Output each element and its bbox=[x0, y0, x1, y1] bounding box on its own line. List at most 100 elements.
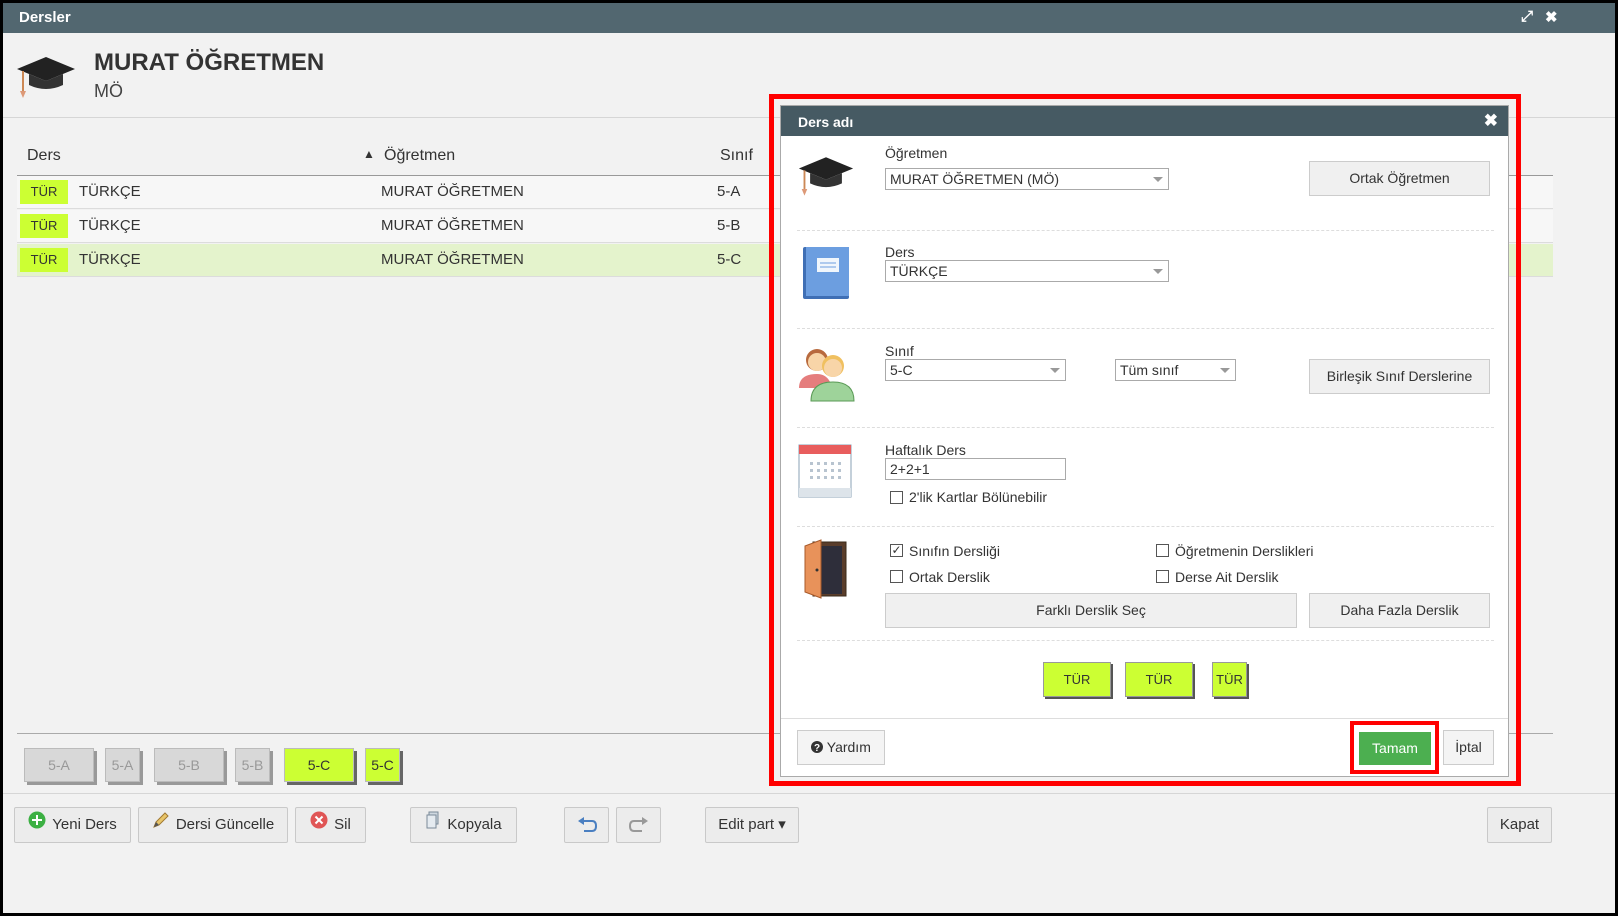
teacher-rooms-label: Öğretmenin Derslikleri bbox=[1175, 543, 1314, 559]
class-select[interactable]: 5-C bbox=[885, 359, 1066, 381]
section-divider bbox=[797, 230, 1494, 231]
split-cards-label: 2'lik Kartlar Bölünebilir bbox=[909, 489, 1048, 505]
door-icon bbox=[804, 539, 847, 599]
svg-text:?: ? bbox=[814, 743, 820, 753]
weekly-input[interactable]: 2+2+1 bbox=[885, 458, 1066, 480]
more-rooms-button[interactable]: Daha Fazla Derslik bbox=[1309, 593, 1490, 628]
edit-part-dropdown[interactable]: Edit part ▾ bbox=[705, 807, 799, 843]
section-divider bbox=[797, 328, 1494, 329]
dialog-footer-divider bbox=[781, 718, 1508, 719]
help-button[interactable]: ? Yardım bbox=[797, 730, 885, 765]
cell-sinif: 5-B bbox=[717, 217, 741, 234]
maximize-icon[interactable]: ⤢ bbox=[1521, 8, 1533, 25]
chevron-down-icon bbox=[1153, 177, 1163, 182]
cell-sinif: 5-A bbox=[717, 183, 741, 200]
section-divider bbox=[797, 427, 1494, 428]
undo-icon bbox=[577, 817, 597, 833]
class-room-label: Sınıfın Dersliği bbox=[909, 543, 1001, 559]
teacher-name: MURAT ÖĞRETMEN bbox=[94, 49, 325, 76]
lesson-dialog: Ders adı ✖ Öğretmen MURAT ÖĞRETMEN (MÖ) … bbox=[780, 105, 1509, 777]
lesson-label: Ders bbox=[885, 244, 915, 260]
lesson-room-label: Derse Ait Derslik bbox=[1175, 569, 1279, 585]
delete-icon bbox=[310, 808, 328, 842]
class-card-5b-small[interactable]: 5-B bbox=[235, 748, 270, 782]
col-header-ogretmen[interactable]: Öğretmen bbox=[384, 147, 455, 165]
chevron-down-icon bbox=[1220, 368, 1230, 373]
class-card-5b[interactable]: 5-B bbox=[154, 748, 224, 782]
class-room-checkbox[interactable]: ✓ bbox=[890, 544, 903, 557]
class-select-value: 5-C bbox=[890, 362, 913, 378]
copy-icon bbox=[425, 808, 441, 842]
copy-label: Kopyala bbox=[447, 816, 502, 833]
lesson-card[interactable]: TÜR bbox=[1212, 662, 1247, 697]
lesson-select[interactable]: TÜRKÇE bbox=[885, 260, 1169, 282]
lesson-card[interactable]: TÜR bbox=[1125, 662, 1193, 697]
sort-arrow-icon: ▲ bbox=[363, 147, 375, 161]
redo-button[interactable] bbox=[616, 807, 661, 843]
class-label: Sınıf bbox=[885, 343, 914, 359]
teacher-select-value: MURAT ÖĞRETMEN (MÖ) bbox=[890, 171, 1060, 187]
update-lesson-label: Dersi Güncelle bbox=[175, 816, 275, 833]
other-room-button[interactable]: Farklı Derslik Seç bbox=[885, 593, 1297, 628]
lesson-select-value: TÜRKÇE bbox=[890, 263, 948, 279]
redo-icon bbox=[628, 817, 648, 833]
section-divider bbox=[797, 640, 1494, 641]
graduation-cap-icon bbox=[17, 57, 75, 98]
section-divider bbox=[797, 526, 1494, 527]
teacher-rooms-checkbox[interactable] bbox=[1156, 544, 1169, 557]
lesson-card[interactable]: TÜR bbox=[1043, 662, 1111, 697]
lesson-room-checkbox[interactable] bbox=[1156, 570, 1169, 583]
dialog-title: Ders adı bbox=[798, 114, 854, 130]
students-icon bbox=[799, 349, 855, 402]
weekly-label: Haftalık Ders bbox=[885, 442, 966, 458]
cell-ogretmen: MURAT ÖĞRETMEN bbox=[381, 251, 524, 268]
help-label: Yardım bbox=[826, 739, 871, 755]
new-lesson-label: Yeni Ders bbox=[52, 816, 117, 833]
window-titlebar: Dersler ⤢ ✖ bbox=[3, 3, 1615, 33]
question-icon: ? bbox=[811, 741, 824, 754]
teacher-label: Öğretmen bbox=[885, 145, 948, 161]
chevron-down-icon bbox=[1153, 269, 1163, 274]
cell-ders: TÜRKÇE bbox=[79, 183, 141, 200]
class-card-5c-small[interactable]: 5-C bbox=[365, 748, 400, 782]
cell-ders: TÜRKÇE bbox=[79, 217, 141, 234]
lesson-badge: TÜR bbox=[20, 180, 68, 204]
copy-button[interactable]: Kopyala bbox=[410, 807, 517, 843]
update-lesson-button[interactable]: Dersi Güncelle bbox=[138, 807, 288, 843]
close-icon[interactable]: ✖ bbox=[1545, 8, 1558, 26]
cancel-button[interactable]: İptal bbox=[1443, 730, 1494, 765]
merged-class-button[interactable]: Birleşik Sınıf Derslerine bbox=[1309, 359, 1490, 394]
ok-highlight-frame bbox=[1350, 721, 1439, 774]
undo-button[interactable] bbox=[564, 807, 609, 843]
teacher-select[interactable]: MURAT ÖĞRETMEN (MÖ) bbox=[885, 168, 1169, 190]
delete-label: Sil bbox=[334, 816, 351, 833]
class-card-5a-small[interactable]: 5-A bbox=[105, 748, 140, 782]
delete-button[interactable]: Sil bbox=[295, 807, 366, 843]
lesson-badge: TÜR bbox=[20, 248, 68, 272]
shared-teacher-button[interactable]: Ortak Öğretmen bbox=[1309, 161, 1490, 196]
class-card-5c[interactable]: 5-C bbox=[284, 748, 354, 782]
cell-ogretmen: MURAT ÖĞRETMEN bbox=[381, 183, 524, 200]
close-button[interactable]: Kapat bbox=[1487, 807, 1552, 843]
pencil-icon bbox=[152, 808, 170, 842]
split-cards-checkbox[interactable] bbox=[890, 491, 903, 504]
graduation-cap-icon bbox=[798, 157, 854, 196]
cell-ders: TÜRKÇE bbox=[79, 251, 141, 268]
cell-ogretmen: MURAT ÖĞRETMEN bbox=[381, 217, 524, 234]
lesson-badge: TÜR bbox=[20, 214, 68, 238]
shared-room-checkbox[interactable] bbox=[890, 570, 903, 583]
col-header-sinif[interactable]: Sınıf bbox=[720, 147, 753, 165]
window-title: Dersler bbox=[19, 9, 71, 26]
calendar-icon bbox=[798, 444, 852, 498]
toolbar-divider bbox=[3, 793, 1615, 794]
plus-icon bbox=[28, 808, 46, 842]
col-header-ders[interactable]: Ders bbox=[27, 147, 61, 165]
new-lesson-button[interactable]: Yeni Ders bbox=[14, 807, 131, 843]
teacher-short: MÖ bbox=[94, 81, 123, 101]
dialog-close-icon[interactable]: ✖ bbox=[1484, 111, 1498, 131]
book-icon bbox=[803, 247, 849, 299]
cell-sinif: 5-C bbox=[717, 251, 742, 268]
group-select[interactable]: Tüm sınıf bbox=[1115, 359, 1236, 381]
class-card-5a[interactable]: 5-A bbox=[24, 748, 94, 782]
chevron-down-icon bbox=[1050, 368, 1060, 373]
